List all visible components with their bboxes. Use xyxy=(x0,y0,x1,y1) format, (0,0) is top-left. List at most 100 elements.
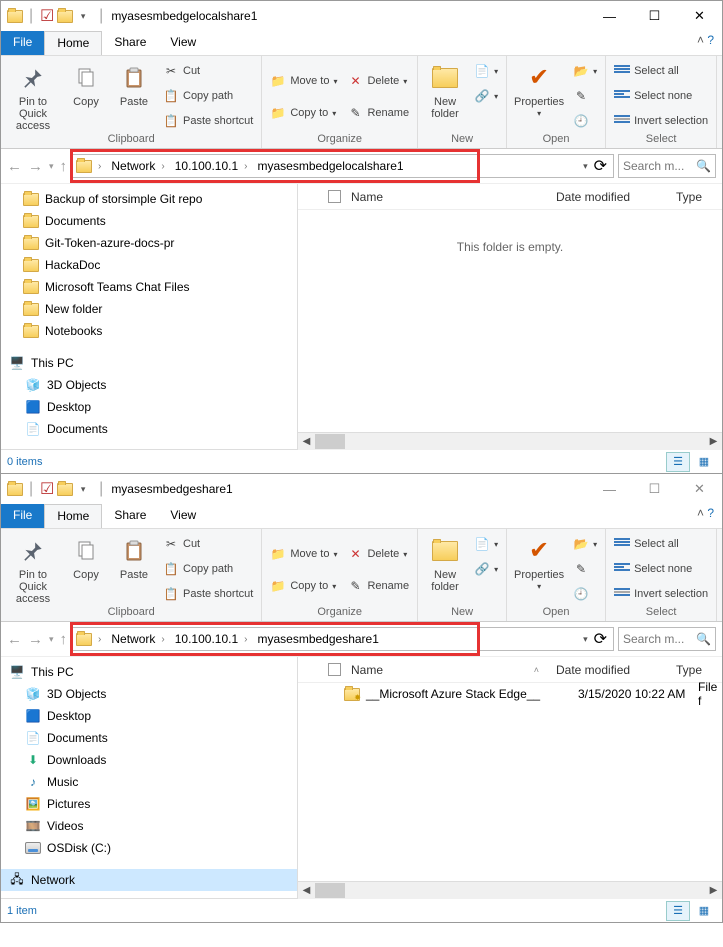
tree-item[interactable]: Git-Token-azure-docs-pr xyxy=(1,232,297,254)
maximize-button[interactable]: ☐ xyxy=(632,1,677,31)
history-button[interactable]: 🕘 xyxy=(569,583,601,605)
history-button[interactable]: 🕘 xyxy=(569,110,601,132)
details-view-button[interactable]: ☰ xyxy=(666,452,690,472)
breadcrumb-network[interactable]: Network› xyxy=(107,628,170,650)
navigation-pane[interactable]: Backup of storsimple Git repo Documents … xyxy=(1,184,297,449)
address-bar[interactable]: › Network› 10.100.10.1› myasesmbedgeloca… xyxy=(71,154,614,178)
ribbon-collapse-button[interactable]: ˄ ? xyxy=(689,502,722,526)
tree-network[interactable]: 🖧Network xyxy=(1,869,297,891)
folder-open-qat-icon[interactable] xyxy=(57,8,73,24)
search-input[interactable]: Search m... 🔍 xyxy=(618,627,716,651)
delete-button[interactable]: ✕Delete▾ xyxy=(343,70,413,92)
forward-button[interactable]: → xyxy=(28,631,43,648)
minimize-button[interactable]: — xyxy=(587,474,632,504)
copy-button[interactable]: Copy xyxy=(63,531,109,605)
search-input[interactable]: Search m... 🔍 xyxy=(618,154,716,178)
breadcrumb-share[interactable]: myasesmbedgeshare1 xyxy=(253,628,382,650)
paste-button[interactable]: Paste xyxy=(111,58,157,132)
new-folder-button[interactable]: New folder xyxy=(422,531,468,605)
properties-qat-icon[interactable]: ☑ xyxy=(39,8,55,24)
tree-item[interactable]: New folder xyxy=(1,298,297,320)
cut-button[interactable]: ✂Cut xyxy=(159,533,257,555)
close-button[interactable]: ✕ xyxy=(677,1,722,31)
tree-item[interactable]: 📄Documents xyxy=(1,418,297,440)
tree-item[interactable]: Backup of storsimple Git repo xyxy=(1,188,297,210)
tree-item[interactable]: 🧊3D Objects xyxy=(1,683,297,705)
ribbon-collapse-button[interactable]: ˄ ? xyxy=(689,29,722,53)
up-button[interactable]: ↑ xyxy=(60,631,68,648)
tree-item[interactable]: ♪Music xyxy=(1,771,297,793)
copy-to-button[interactable]: 📁Copy to▾ xyxy=(266,575,341,597)
tab-file[interactable]: File xyxy=(1,504,44,528)
scroll-left[interactable]: ◀ xyxy=(298,882,315,899)
properties-qat-icon[interactable]: ☑ xyxy=(39,481,55,497)
move-to-button[interactable]: 📁Move to▾ xyxy=(266,70,341,92)
pin-to-quick-access-button[interactable]: Pin to Quick access xyxy=(5,531,61,605)
col-name[interactable]: Name˄ xyxy=(298,657,548,682)
pin-to-quick-access-button[interactable]: Pin to Quick access xyxy=(5,58,61,132)
properties-button[interactable]: ✔Properties▾ xyxy=(511,531,567,605)
select-none-button[interactable]: Select none xyxy=(610,558,712,580)
close-button[interactable]: ✕ xyxy=(677,474,722,504)
qat-dropdown-icon[interactable]: ▾ xyxy=(75,481,91,497)
select-all-checkbox[interactable] xyxy=(328,190,341,203)
delete-button[interactable]: ✕Delete▾ xyxy=(343,543,413,565)
copy-path-button[interactable]: 📋Copy path xyxy=(159,85,257,107)
tree-item[interactable]: ⬇Downloads xyxy=(1,749,297,771)
col-type[interactable]: Type xyxy=(668,657,711,682)
refresh-button[interactable]: ⟳ xyxy=(590,156,611,176)
select-none-button[interactable]: Select none xyxy=(610,85,712,107)
scroll-right[interactable]: ▶ xyxy=(705,433,722,450)
recent-dropdown[interactable]: ▾ xyxy=(49,161,54,172)
maximize-button[interactable]: ☐ xyxy=(632,474,677,504)
navigation-pane[interactable]: 🖥️This PC 🧊3D Objects 🟦Desktop 📄Document… xyxy=(1,657,297,898)
breadcrumb-ip[interactable]: 10.100.10.1› xyxy=(171,628,254,650)
minimize-button[interactable]: — xyxy=(587,1,632,31)
tab-share[interactable]: Share xyxy=(102,31,158,55)
easy-access-button[interactable]: 🔗▾ xyxy=(470,558,502,580)
new-item-button[interactable]: 📄▾ xyxy=(470,533,502,555)
scroll-left[interactable]: ◀ xyxy=(298,433,315,450)
address-dropdown[interactable]: ▾ xyxy=(583,161,588,172)
scroll-right[interactable]: ▶ xyxy=(705,882,722,899)
paste-button[interactable]: Paste xyxy=(111,531,157,605)
cut-button[interactable]: ✂Cut xyxy=(159,60,257,82)
tree-item[interactable]: 🟦Desktop xyxy=(1,705,297,727)
rename-button[interactable]: ✎Rename xyxy=(343,575,413,597)
col-date[interactable]: Date modified xyxy=(548,184,668,209)
up-button[interactable]: ↑ xyxy=(60,158,68,175)
edit-button[interactable]: ✎ xyxy=(569,558,601,580)
edit-button[interactable]: ✎ xyxy=(569,85,601,107)
qat-dropdown-icon[interactable]: ▾ xyxy=(75,8,91,24)
breadcrumb-ip[interactable]: 10.100.10.1› xyxy=(171,155,254,177)
paste-shortcut-button[interactable]: 📋Paste shortcut xyxy=(159,583,257,605)
copy-button[interactable]: Copy xyxy=(63,58,109,132)
open-button[interactable]: 📂▾ xyxy=(569,533,601,555)
open-button[interactable]: 📂▾ xyxy=(569,60,601,82)
col-type[interactable]: Type xyxy=(668,184,711,209)
back-button[interactable]: ← xyxy=(7,158,22,175)
back-button[interactable]: ← xyxy=(7,631,22,648)
select-all-button[interactable]: Select all xyxy=(610,533,712,555)
select-all-button[interactable]: Select all xyxy=(610,60,712,82)
tree-item[interactable]: Documents xyxy=(1,210,297,232)
icons-view-button[interactable]: ▦ xyxy=(692,452,716,472)
tab-share[interactable]: Share xyxy=(102,504,158,528)
tab-home[interactable]: Home xyxy=(44,31,102,55)
properties-button[interactable]: ✔ Properties▾ xyxy=(511,58,567,132)
recent-dropdown[interactable]: ▾ xyxy=(49,634,54,645)
tab-home[interactable]: Home xyxy=(44,504,102,528)
copy-to-button[interactable]: 📁Copy to▾ xyxy=(266,102,341,124)
breadcrumb-share[interactable]: myasesmbedgelocalshare1 xyxy=(253,155,407,177)
refresh-button[interactable]: ⟳ xyxy=(590,629,611,649)
folder-open-qat-icon[interactable] xyxy=(57,481,73,497)
address-dropdown[interactable]: ▾ xyxy=(583,634,588,645)
tree-item[interactable]: 🖼️Pictures xyxy=(1,793,297,815)
tree-item[interactable]: Microsoft Teams Chat Files xyxy=(1,276,297,298)
invert-selection-button[interactable]: Invert selection xyxy=(610,110,712,132)
paste-shortcut-button[interactable]: 📋Paste shortcut xyxy=(159,110,257,132)
tab-view[interactable]: View xyxy=(158,504,208,528)
tree-item[interactable]: 🟦Desktop xyxy=(1,396,297,418)
icons-view-button[interactable]: ▦ xyxy=(692,901,716,921)
move-to-button[interactable]: 📁Move to▾ xyxy=(266,543,341,565)
